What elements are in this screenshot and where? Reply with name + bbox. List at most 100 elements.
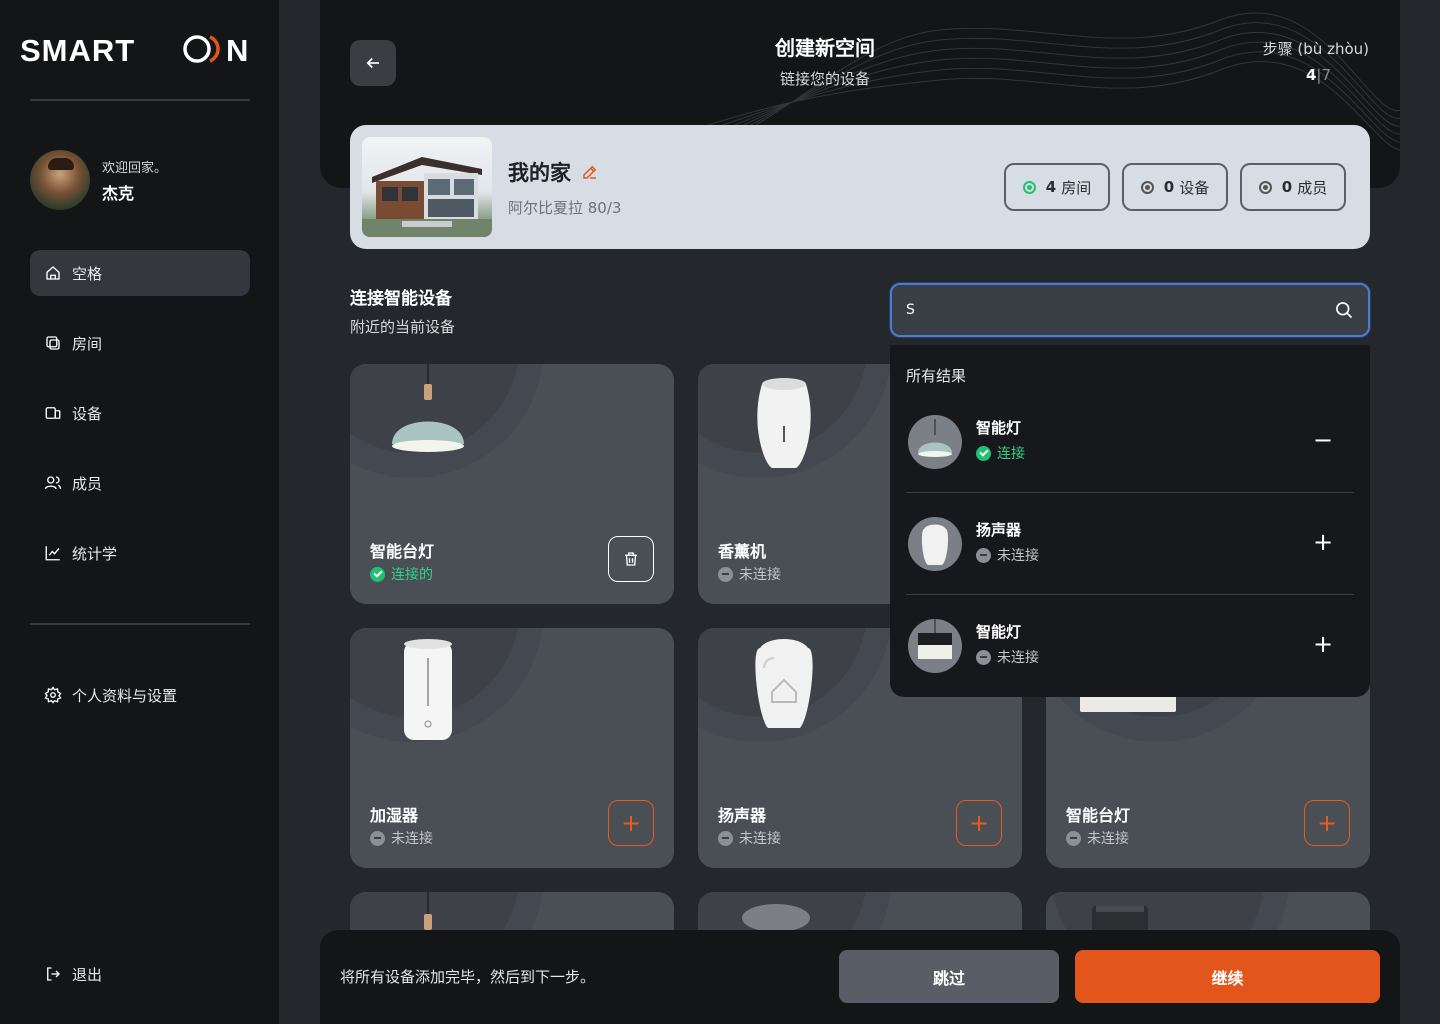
sidebar-item-label: 统计学	[72, 544, 118, 563]
stats-icon	[45, 546, 60, 561]
sidebar-item-spaces[interactable]: 空格	[30, 250, 250, 296]
result-status-text: 未连接	[997, 548, 1039, 564]
result-name: 扬声器	[976, 521, 1022, 539]
pendant-lamp-image	[392, 364, 464, 452]
sidebar-item-label: 成员	[72, 474, 103, 493]
add-device-button[interactable]: +	[956, 800, 1002, 846]
gear-icon	[44, 686, 62, 704]
logout-label: 退出	[72, 965, 103, 984]
add-button[interactable]: +	[1308, 527, 1338, 557]
smart-speaker-image	[755, 639, 813, 728]
result-status: 连接	[976, 443, 1025, 463]
sidebar-item-label: 房间	[72, 334, 103, 353]
members-label: 成员	[1297, 178, 1328, 197]
plus-icon: +	[620, 809, 642, 837]
edit-icon[interactable]	[581, 163, 599, 181]
device-name: 扬声器	[718, 806, 767, 825]
sidebar-item-settings[interactable]: 个人资料与设置	[30, 672, 250, 718]
logout-button[interactable]: 退出	[30, 951, 250, 997]
device-status: 未连接	[370, 828, 433, 848]
result-item[interactable]: 扬声器 未连接 +	[906, 493, 1354, 595]
minus-circle-icon	[1066, 830, 1081, 846]
pendant-lamp-image	[424, 892, 432, 930]
devices-label: 设备	[1179, 178, 1210, 197]
device-status-text: 未连接	[391, 831, 433, 847]
sidebar-item-statistics[interactable]: 统计学	[30, 530, 250, 576]
air-purifier-image	[1092, 906, 1148, 932]
smartoon-logo: SMART N	[20, 34, 248, 66]
sidebar-item-devices[interactable]: 设备	[30, 390, 250, 436]
sidebar-item-label: 设备	[72, 404, 103, 423]
search-icon[interactable]	[1334, 300, 1354, 320]
humidifier-image	[404, 639, 452, 740]
devices-pill[interactable]: 0 设备	[1122, 163, 1228, 211]
search-results-dropdown: 所有结果 智能灯 连接 − 扬声器 未连接 + 智能灯 未连接 +	[890, 345, 1370, 697]
delete-button[interactable]	[608, 536, 654, 582]
members-count: 0	[1281, 178, 1293, 196]
device-status: 连接的	[370, 564, 433, 584]
skip-button[interactable]: 跳过	[839, 950, 1059, 1003]
device-card[interactable]: 香薰机 未连接	[698, 364, 890, 604]
check-icon	[976, 445, 991, 461]
device-status-text: 未连接	[1087, 831, 1129, 847]
device-search[interactable]	[890, 283, 1370, 337]
result-status: 未连接	[976, 647, 1039, 667]
add-device-button[interactable]: +	[1304, 800, 1350, 846]
avatar	[30, 150, 90, 210]
add-button[interactable]: +	[1308, 629, 1338, 659]
user-profile[interactable]: 欢迎回家。 杰克	[30, 150, 167, 210]
device-status-text: 未连接	[739, 831, 781, 847]
status-dot-icon	[1022, 180, 1036, 194]
plus-icon: +	[1316, 809, 1338, 837]
result-item[interactable]: 智能灯 连接 −	[906, 391, 1354, 493]
members-pill[interactable]: 0 成员	[1240, 163, 1346, 211]
svg-text:SMART: SMART	[20, 34, 135, 66]
svg-text:N: N	[226, 34, 248, 66]
back-button[interactable]	[350, 40, 396, 86]
page-subtitle: 链接您的设备	[779, 70, 870, 88]
step-label: 步骤 (bù zhòu)	[1262, 40, 1369, 58]
section-subtitle: 附近的当前设备	[350, 318, 456, 336]
device-status-text: 连接的	[391, 567, 433, 583]
plus-icon: +	[1312, 630, 1334, 658]
sidebar-item-label: 个人资料与设置	[72, 686, 178, 705]
house-image	[362, 137, 492, 237]
home-address: 阿尔比夏拉 80/3	[508, 199, 622, 217]
status-dot-icon	[1140, 180, 1154, 194]
result-status-text: 未连接	[997, 650, 1039, 666]
logout-icon	[47, 967, 60, 981]
sidebar-item-label: 空格	[72, 264, 103, 283]
step-total: 7	[1321, 66, 1331, 84]
minus-icon: −	[1312, 426, 1334, 454]
sidebar-divider	[30, 623, 250, 625]
sidebar-item-members[interactable]: 成员	[30, 460, 250, 506]
result-name: 智能灯	[976, 623, 1022, 641]
device-name: 智能台灯	[1066, 806, 1131, 825]
home-icon	[46, 266, 60, 280]
rooms-pill[interactable]: 4 房间	[1004, 163, 1110, 211]
sidebar-item-rooms[interactable]: 房间	[30, 320, 250, 366]
device-status: 未连接	[718, 564, 781, 584]
device-card[interactable]: 加湿器 未连接 +	[350, 628, 674, 868]
step-indicator: 4|7	[1200, 66, 1331, 84]
check-icon	[370, 566, 385, 582]
device-status-text: 未连接	[739, 567, 781, 583]
add-device-button[interactable]: +	[608, 800, 654, 846]
rooms-count: 4	[1045, 178, 1057, 196]
footer-hint: 将所有设备添加完毕，然后到下一步。	[340, 968, 596, 986]
sidebar-divider	[30, 99, 250, 101]
arrow-left-icon	[366, 57, 379, 69]
remove-button[interactable]: −	[1308, 425, 1338, 455]
device-card[interactable]: 智能台灯 连接的	[350, 364, 674, 604]
search-input[interactable]	[906, 285, 1326, 335]
plus-icon: +	[968, 809, 990, 837]
step-current: 4	[1305, 66, 1317, 84]
sidebar: SMART N 欢迎回家。 杰克 空格 房间 设备 成员 统计学 个人资料与设置	[0, 0, 279, 1024]
rooms-label: 房间	[1061, 178, 1092, 197]
continue-button[interactable]: 继续	[1075, 950, 1380, 1003]
results-header: 所有结果	[906, 367, 967, 385]
aroma-diffuser-image	[757, 378, 811, 468]
footer-bar: 将所有设备添加完毕，然后到下一步。 跳过 继续	[320, 930, 1400, 1024]
result-item[interactable]: 智能灯 未连接 +	[906, 595, 1354, 697]
welcome-text: 欢迎回家。	[102, 160, 168, 176]
